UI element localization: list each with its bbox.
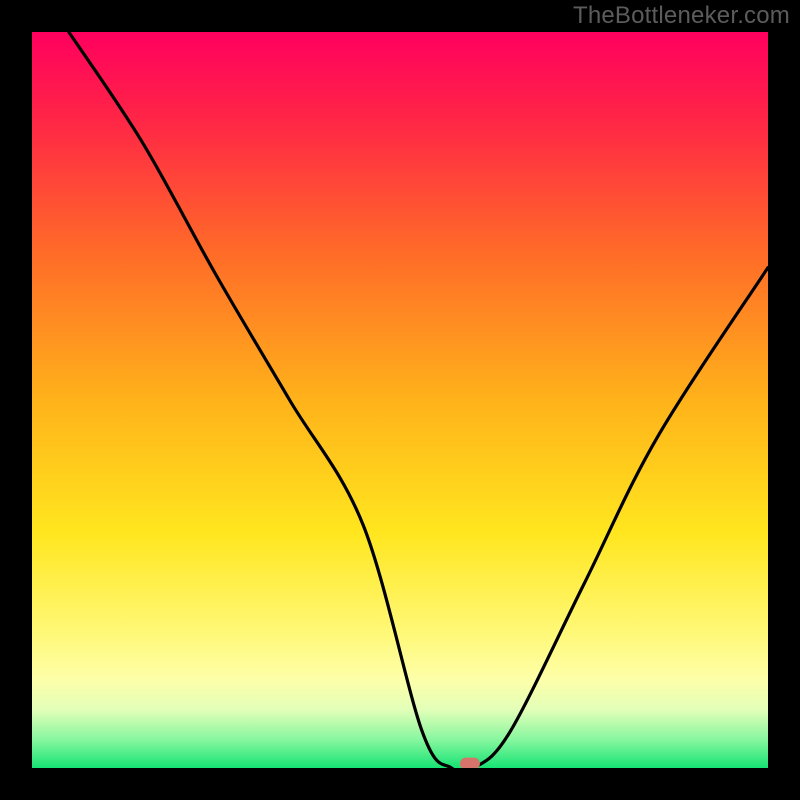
optimal-marker: [460, 758, 480, 768]
plot-area: [32, 32, 768, 768]
chart-frame: TheBottleneker.com: [0, 0, 800, 800]
bottleneck-chart: [32, 32, 768, 768]
watermark-text: TheBottleneker.com: [573, 2, 790, 30]
